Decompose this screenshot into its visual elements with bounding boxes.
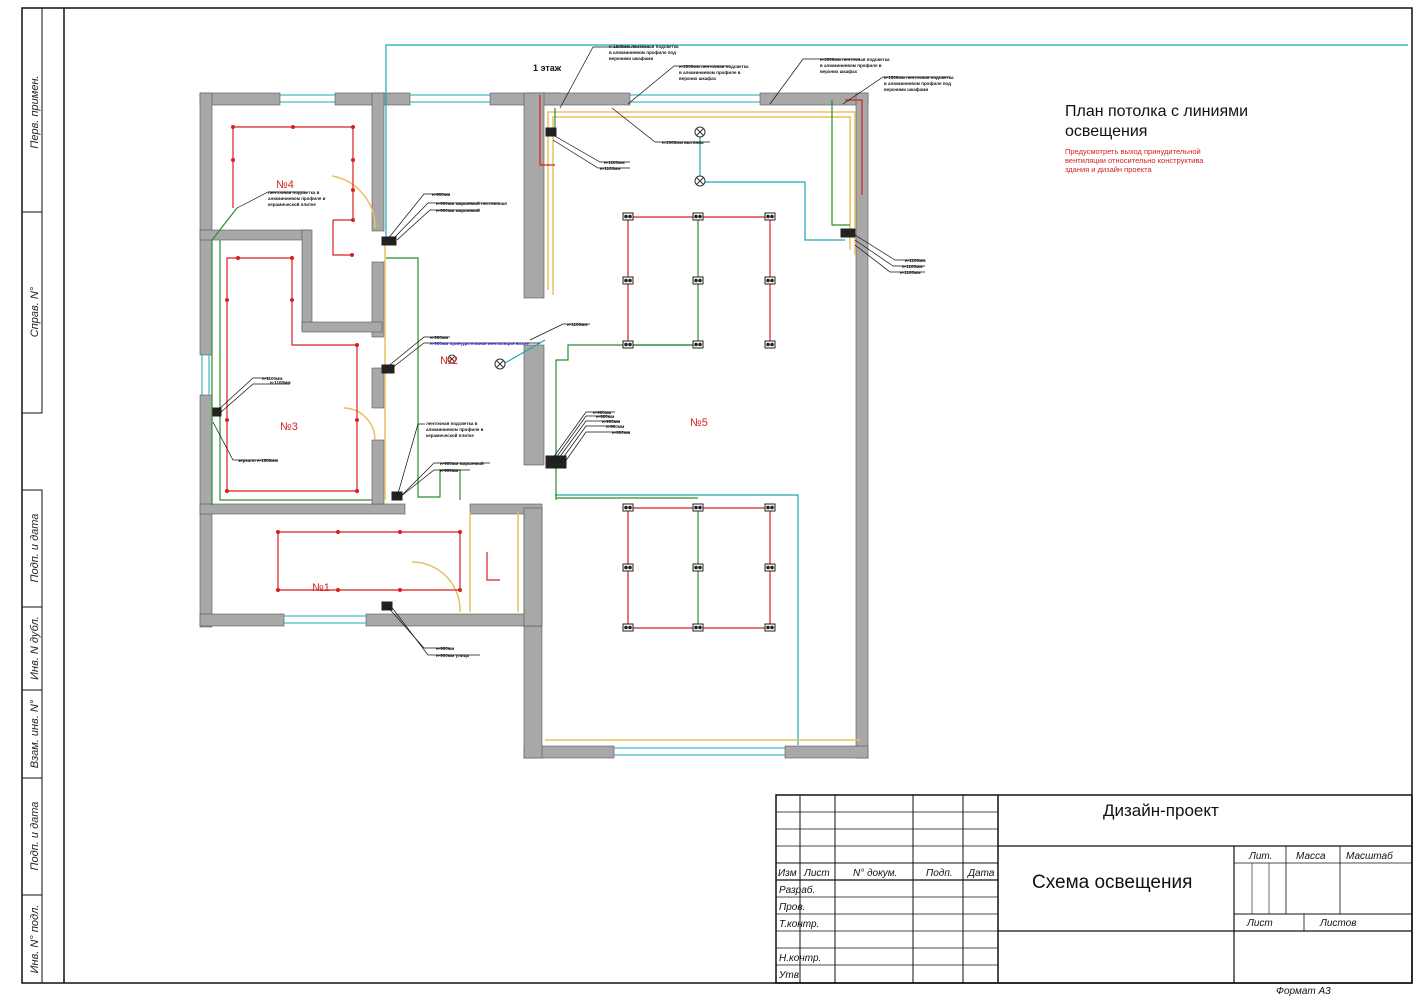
note-a12: зеркало н-1500мм	[238, 458, 279, 463]
room-4-label: №4	[276, 179, 294, 191]
format-label: Формат А3	[1276, 986, 1331, 997]
note-a9-0: н-900мм	[430, 335, 449, 340]
plan-note-line1: Предусмотреть выход принудительной	[1065, 147, 1201, 156]
stamp-inv-dubl: Инв. N дубл.	[29, 616, 41, 680]
note-a8-0: н-900мм	[432, 192, 451, 197]
note-a4-1: в алюминиевом профиле под	[884, 80, 951, 86]
note-a6-1: н-1100мм	[600, 166, 621, 171]
stamp-vzam-inv: Взам. инв. N°	[29, 699, 41, 768]
note-a8-2: н-900мм маршевый	[436, 207, 480, 213]
note-a1-0: н-1500мм ленточная подсветка	[609, 44, 679, 49]
stamp-podp-data-2: Подп. и дата	[29, 802, 41, 871]
row-tkontr: Т.контр.	[779, 919, 819, 930]
room-1-label: №1	[312, 582, 330, 594]
row-nkontr: Н.контр.	[779, 953, 821, 964]
note-a13-1: алюминиевом профиле в	[426, 426, 484, 432]
note-a14-2: керамической плитке	[268, 201, 316, 207]
stamp-inv-podl: Инв. N° подл.	[29, 905, 41, 974]
note-a4-0: н-1500мм ленточная подсветка	[884, 75, 954, 80]
note-a7-1: н-1100мм	[902, 264, 923, 269]
note-a1-1: в алюминиевом профиле под	[609, 49, 676, 55]
company-title: Дизайн-проект	[1103, 801, 1219, 820]
drawing-title: Схема освещения	[1032, 872, 1192, 893]
drawing-sheet: Перв. примен. Справ. N° Подп. и дата Инв…	[21, 7, 1413, 997]
stamp-sprav: Справ. N°	[29, 286, 41, 337]
side-stamp: Перв. примен. Справ. N° Подп. и дата Инв…	[21, 7, 43, 984]
note-a7-2: н-1100мм	[900, 270, 921, 275]
listov-label: Листов	[1319, 918, 1356, 929]
col-list: Лист	[803, 868, 830, 879]
note-a15-1: н-900мм	[440, 468, 459, 473]
note-a16-4: н-900мм	[612, 430, 631, 435]
note-a1-2: верхними шкафами	[609, 55, 654, 61]
lit-label: Лит.	[1248, 851, 1272, 862]
room-5-label: №5	[690, 417, 708, 429]
leader-lines	[212, 46, 950, 656]
note-a13-2: керамической плитке	[426, 432, 474, 438]
note-a17-1: н-900мм улица	[436, 653, 470, 658]
note-a3-1: в алюминиевом профиле в	[820, 62, 882, 68]
note-a3-2: верхних шкафах	[820, 68, 858, 74]
note-a4-2: верхними шкафами	[884, 86, 929, 92]
row-razrab: Разраб.	[779, 884, 815, 896]
masshtab-label: Масштаб	[1346, 850, 1393, 862]
note-a9-1: н-900мм принудительная вентиляция возле	[430, 341, 529, 346]
room-3-label: №3	[280, 421, 298, 433]
row-prov: Пров.	[779, 902, 805, 913]
col-n-dokum: N° докум.	[853, 868, 897, 879]
plan-note-line3: здания и дизайн проекта	[1065, 165, 1152, 174]
col-data: Дата	[967, 868, 995, 879]
plan-title-line1: План потолка с линиями	[1065, 103, 1248, 120]
note-a16-3: н-900мм	[606, 424, 625, 429]
stamp-perv-primen: Перв. примен.	[29, 75, 41, 148]
note-a2-2: верхних шкафах	[679, 75, 717, 81]
note-a11-1: н-1100мм	[270, 380, 291, 385]
red-dot-points	[225, 125, 462, 592]
note-a8-1: н-900мм маршевый лестничная	[436, 200, 507, 206]
title-block-text: Дизайн-проект Схема освещения Изм Лист N…	[778, 801, 1393, 997]
note-a2-0: н-2000мм ленточная подсветка	[679, 64, 749, 69]
note-a7-0: н-1100мм	[905, 258, 926, 263]
massa-label: Масса	[1296, 851, 1326, 862]
note-a5: н-2000мм вытяжка	[662, 140, 704, 145]
ceiling-lamp-icon	[447, 126, 706, 370]
stamp-podp-data: Подп. и дата	[29, 514, 41, 583]
note-a14-1: алюминиевом профиле и	[268, 195, 326, 201]
plan-note-line2: вентиляции относительно конструктива	[1065, 156, 1204, 165]
room-2-label: №2	[440, 355, 458, 367]
red-lighting-lines	[226, 95, 863, 629]
row-utv: Утв.	[778, 970, 802, 981]
floor-label: 1 этаж	[533, 63, 562, 73]
note-a13-0: ленточная подсветка в	[426, 421, 478, 426]
col-izm: Изм	[778, 868, 797, 879]
annotations: н-1500мм ленточная подсветка в алюминиев…	[238, 44, 954, 658]
list-label: Лист	[1246, 918, 1273, 929]
note-a15-0: н-900мм маршевый	[440, 460, 484, 466]
col-podp: Подп.	[926, 868, 953, 879]
note-a6-0: н-1100мм	[604, 160, 625, 165]
note-a3-0: н-2000мм ленточная подсветка	[820, 57, 890, 62]
plan-title-line2: освещения	[1065, 123, 1147, 140]
note-a17-0: н-900мм	[436, 646, 455, 651]
note-a2-1: в алюминиевом профиле в	[679, 69, 741, 75]
note-a10: н-1100мм	[567, 322, 588, 327]
